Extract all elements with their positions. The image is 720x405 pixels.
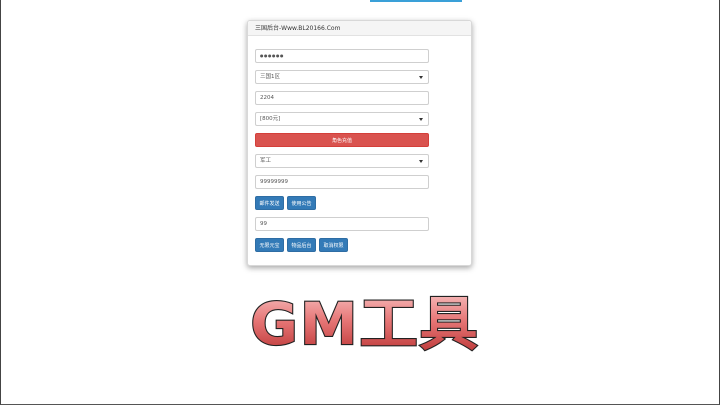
gm-tool-banner: GM工具 — [249, 289, 479, 358]
recharge-button[interactable]: 角色充值 — [255, 133, 429, 147]
role-id-input[interactable]: 2204 — [255, 91, 429, 105]
role-id-value: 2204 — [260, 95, 274, 101]
unlimited-yuanbao-button[interactable]: 无限元宝 — [255, 238, 284, 252]
chevron-down-icon — [419, 160, 423, 163]
count-value: 99 — [260, 221, 267, 227]
item-select-value: 军工 — [260, 158, 272, 164]
server-select-value: 三国1区 — [260, 74, 280, 80]
password-field[interactable]: ●●●●●● — [255, 49, 429, 63]
server-select[interactable]: 三国1区 — [255, 70, 429, 84]
gm-panel: 三国后台-Www.BL20166.Com ●●●●●● 三国1区 2204 [8… — [247, 20, 472, 266]
chevron-down-icon — [419, 76, 423, 79]
item-backend-button[interactable]: 物品后台 — [287, 238, 316, 252]
cancel-permission-button[interactable]: 取消权限 — [319, 238, 348, 252]
count-input[interactable]: 99 — [255, 217, 429, 231]
gm-tool-banner-text: GM工具 — [250, 290, 479, 358]
password-value: ●●●●●● — [260, 53, 284, 58]
item-select[interactable]: 军工 — [255, 154, 429, 168]
recharge-select-value: [800元] — [260, 116, 281, 122]
recharge-select[interactable]: [800元] — [255, 112, 429, 126]
quantity-input[interactable]: 99999999 — [255, 175, 429, 189]
top-accent-bar — [370, 0, 462, 2]
panel-title: 三国后台-Www.BL20166.Com — [248, 21, 471, 36]
mail-send-button[interactable]: 邮件发送 — [255, 196, 284, 210]
use-announcement-button[interactable]: 使用公告 — [287, 196, 316, 210]
quantity-value: 99999999 — [260, 179, 288, 185]
chevron-down-icon — [419, 118, 423, 121]
